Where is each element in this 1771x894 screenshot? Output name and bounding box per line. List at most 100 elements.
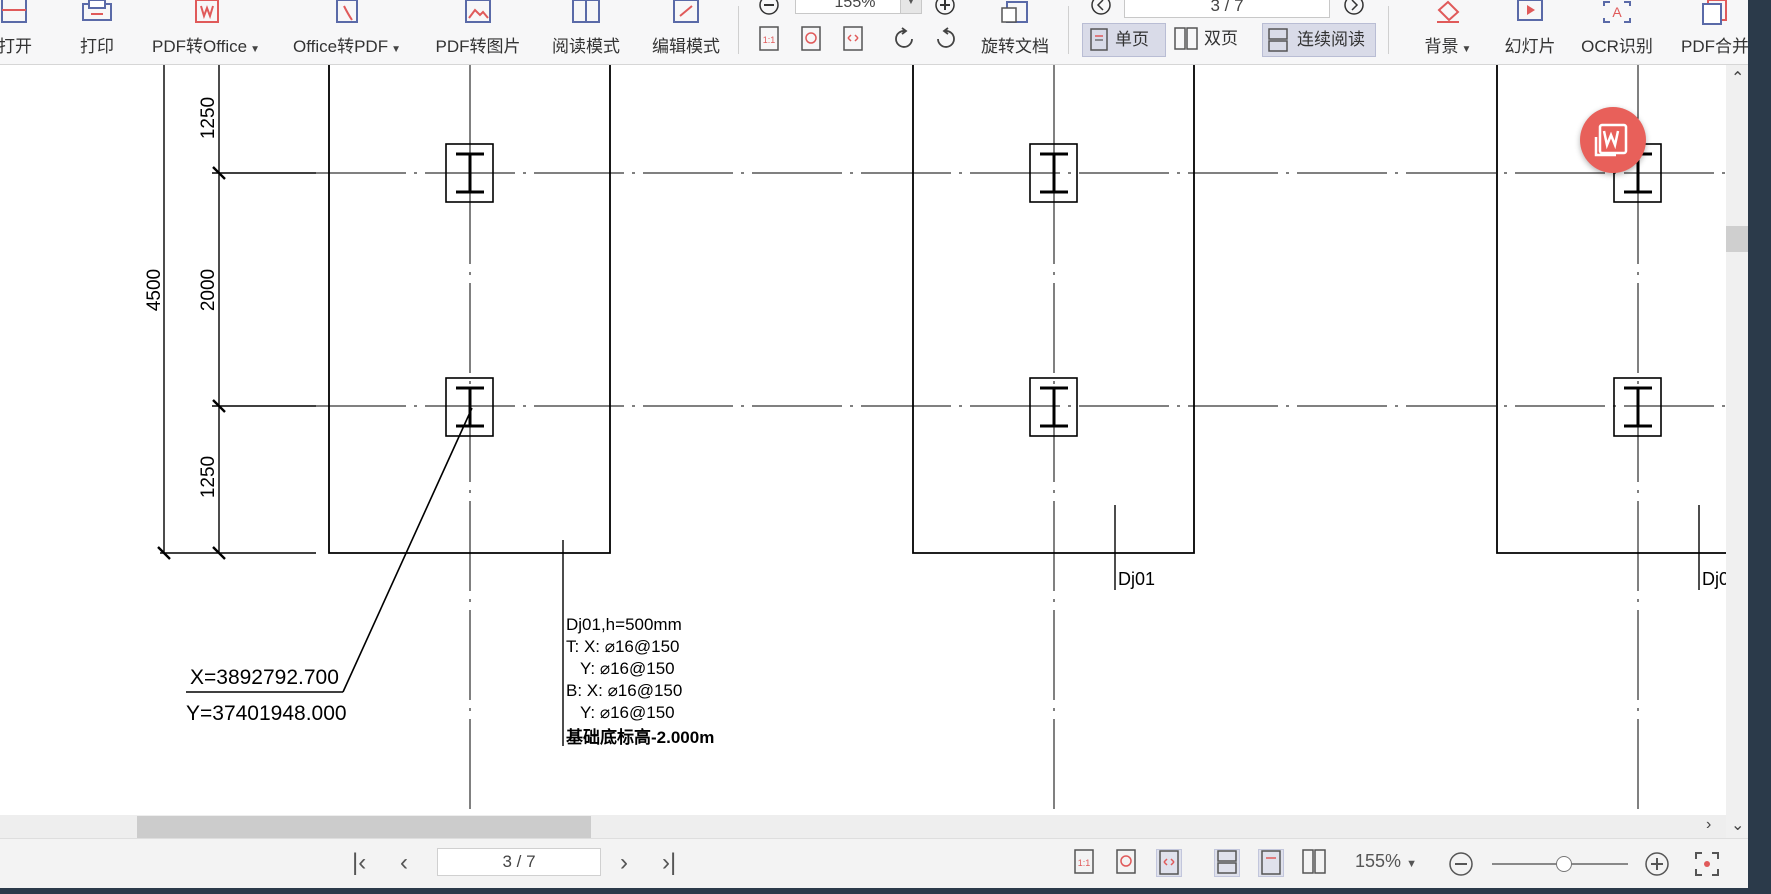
scroll-down-icon[interactable]: ⌄ xyxy=(1731,815,1744,835)
open-label: 打开 xyxy=(0,37,32,56)
scroll-up-icon[interactable]: ⌃ xyxy=(1731,68,1744,88)
pdf-to-office-button[interactable]: PDF转Office ▼ xyxy=(145,0,267,62)
slideshow-button[interactable]: 幻灯片 xyxy=(1500,0,1560,62)
coordinate-x-label: X=3892792.700 xyxy=(190,666,339,689)
single-page-icon xyxy=(1090,28,1108,51)
page-number-input[interactable]: 3 / 7 xyxy=(1124,0,1330,18)
next-page-icon[interactable] xyxy=(1343,0,1365,16)
rotate-document-button[interactable]: 旋转文档 xyxy=(972,0,1058,62)
steel-column-i-beam xyxy=(1613,377,1662,437)
zoom-in-icon[interactable] xyxy=(1644,851,1670,877)
previous-page-icon[interactable] xyxy=(1090,0,1112,16)
single-page-button[interactable]: 单页 xyxy=(1082,23,1166,57)
pdf-to-image-icon xyxy=(465,0,491,23)
print-button[interactable]: 打印 xyxy=(72,0,122,62)
zoom-input[interactable]: 155% xyxy=(795,0,915,14)
vertical-scrollbar[interactable] xyxy=(1726,65,1748,838)
toolbar-separator xyxy=(1388,6,1389,54)
svg-text:1:1: 1:1 xyxy=(763,35,776,45)
note-line-top-y: Y: ⌀16@150 xyxy=(580,659,675,678)
double-page-button[interactable]: 双页 xyxy=(1172,23,1252,55)
rotate-right-icon[interactable] xyxy=(932,26,958,52)
status-zoom-dropdown[interactable]: 155% ▼ xyxy=(1355,851,1417,872)
toolbar-separator xyxy=(738,6,739,54)
paint-bucket-icon xyxy=(1437,0,1460,23)
open-button[interactable]: 打开 xyxy=(0,0,40,62)
continuous-read-icon[interactable] xyxy=(1214,849,1240,877)
note-line-top-x: T: X: ⌀16@150 xyxy=(566,637,680,656)
first-page-icon[interactable]: |‹ xyxy=(352,849,366,877)
actual-size-icon[interactable]: 1:1 xyxy=(1072,849,1096,875)
office-to-pdf-button[interactable]: Office转PDF ▼ xyxy=(286,0,408,62)
next-page-icon[interactable]: › xyxy=(620,849,628,877)
rotate-left-icon[interactable] xyxy=(892,26,918,52)
actual-size-icon[interactable]: 1:1 xyxy=(758,26,780,52)
pdf-merge-button[interactable]: PDF合并 xyxy=(1674,0,1756,62)
printer-icon xyxy=(82,0,112,21)
book-open-icon xyxy=(572,0,600,23)
zoom-dropdown-chevron-icon[interactable]: ▼ xyxy=(900,0,922,14)
slideshow-play-icon xyxy=(1517,0,1543,21)
fit-page-icon[interactable] xyxy=(1114,849,1138,875)
chevron-down-icon: ▼ xyxy=(1406,858,1417,870)
note-line-bottom-y: Y: ⌀16@150 xyxy=(580,703,675,722)
zoom-slider-handle[interactable] xyxy=(1556,856,1572,872)
pdf-merge-label: PDF合并 xyxy=(1681,37,1749,56)
note-line-elevation: 基础底标高-2.000m xyxy=(565,727,714,747)
convert-to-word-floating-button[interactable] xyxy=(1580,107,1646,173)
edit-mode-button[interactable]: 编辑模式 xyxy=(646,0,726,62)
single-page-icon[interactable] xyxy=(1258,849,1284,877)
status-bar: |‹ ‹ 3 / 7 › ›| 1:1 155% ▼ xyxy=(0,838,1771,889)
window-bottom-edge xyxy=(0,888,1771,894)
cad-drawing-page: 1250 2000 4500 1250 X=3892792.700 Y=3740… xyxy=(144,65,1726,815)
background-button[interactable]: 背景 ▼ xyxy=(1418,0,1478,62)
convert-word-icon xyxy=(1594,123,1628,157)
window-right-edge xyxy=(1748,0,1771,894)
zoom-out-icon[interactable] xyxy=(758,0,780,16)
chevron-down-icon: ▼ xyxy=(1461,44,1472,55)
edit-pencil-icon xyxy=(673,0,699,23)
background-label: 背景 xyxy=(1424,37,1459,56)
coordinate-leader-line xyxy=(342,407,473,693)
ocr-button[interactable]: A OCR识别 xyxy=(1576,0,1658,62)
document-viewport[interactable]: 1250 2000 4500 1250 X=3892792.700 Y=3740… xyxy=(0,65,1726,815)
fit-width-icon[interactable] xyxy=(1156,849,1182,877)
edit-mode-label: 编辑模式 xyxy=(652,37,720,56)
toolbar-separator xyxy=(1068,6,1069,54)
single-page-label: 单页 xyxy=(1115,30,1149,49)
toolbar: 打开 打印 PDF转Office ▼ Office转PDF ▼ PDF转图片 阅读模… xyxy=(0,0,1771,65)
double-page-icon xyxy=(1174,27,1198,50)
note-line-foundation: Dj01,h=500mm xyxy=(566,615,682,634)
pdf-to-image-label: PDF转图片 xyxy=(435,37,521,56)
fit-width-icon[interactable] xyxy=(842,26,864,52)
pdf-to-image-button[interactable]: PDF转图片 xyxy=(430,0,526,62)
dimension-label-1250-bottom: 1250 xyxy=(198,456,219,498)
previous-page-icon[interactable]: ‹ xyxy=(400,849,408,877)
fullscreen-icon[interactable] xyxy=(1694,851,1720,877)
office-to-pdf-label: Office转PDF xyxy=(293,37,389,56)
pdf-to-word-icon xyxy=(195,0,219,23)
double-page-label: 双页 xyxy=(1204,29,1238,48)
note-line-bottom-x: B: X: ⌀16@150 xyxy=(566,681,682,700)
last-page-icon[interactable]: ›| xyxy=(662,849,676,877)
steel-column-i-beam xyxy=(1029,377,1078,437)
continuous-read-icon xyxy=(1268,28,1288,52)
folder-open-icon xyxy=(1,0,27,23)
read-mode-button[interactable]: 阅读模式 xyxy=(546,0,626,62)
coordinate-y-label: Y=37401948.000 xyxy=(186,702,347,725)
slideshow-label: 幻灯片 xyxy=(1504,37,1556,56)
continuous-read-label: 连续阅读 xyxy=(1297,30,1365,49)
fit-page-icon[interactable] xyxy=(800,26,822,52)
continuous-read-button[interactable]: 连续阅读 xyxy=(1262,23,1376,57)
horizontal-scrollbar-thumb[interactable] xyxy=(137,816,591,838)
vertical-scrollbar-thumb[interactable] xyxy=(1726,226,1748,252)
dimension-label-1250-top: 1250 xyxy=(198,97,219,139)
status-page-input[interactable]: 3 / 7 xyxy=(437,848,601,876)
pdf-to-office-label: PDF转Office xyxy=(152,37,248,56)
zoom-out-icon[interactable] xyxy=(1448,851,1474,877)
double-page-icon[interactable] xyxy=(1302,849,1326,875)
svg-text:1:1: 1:1 xyxy=(1078,858,1091,868)
scroll-right-icon[interactable]: › xyxy=(1706,816,1711,834)
rotate-document-icon xyxy=(1001,1,1028,23)
zoom-in-icon[interactable] xyxy=(934,0,956,16)
